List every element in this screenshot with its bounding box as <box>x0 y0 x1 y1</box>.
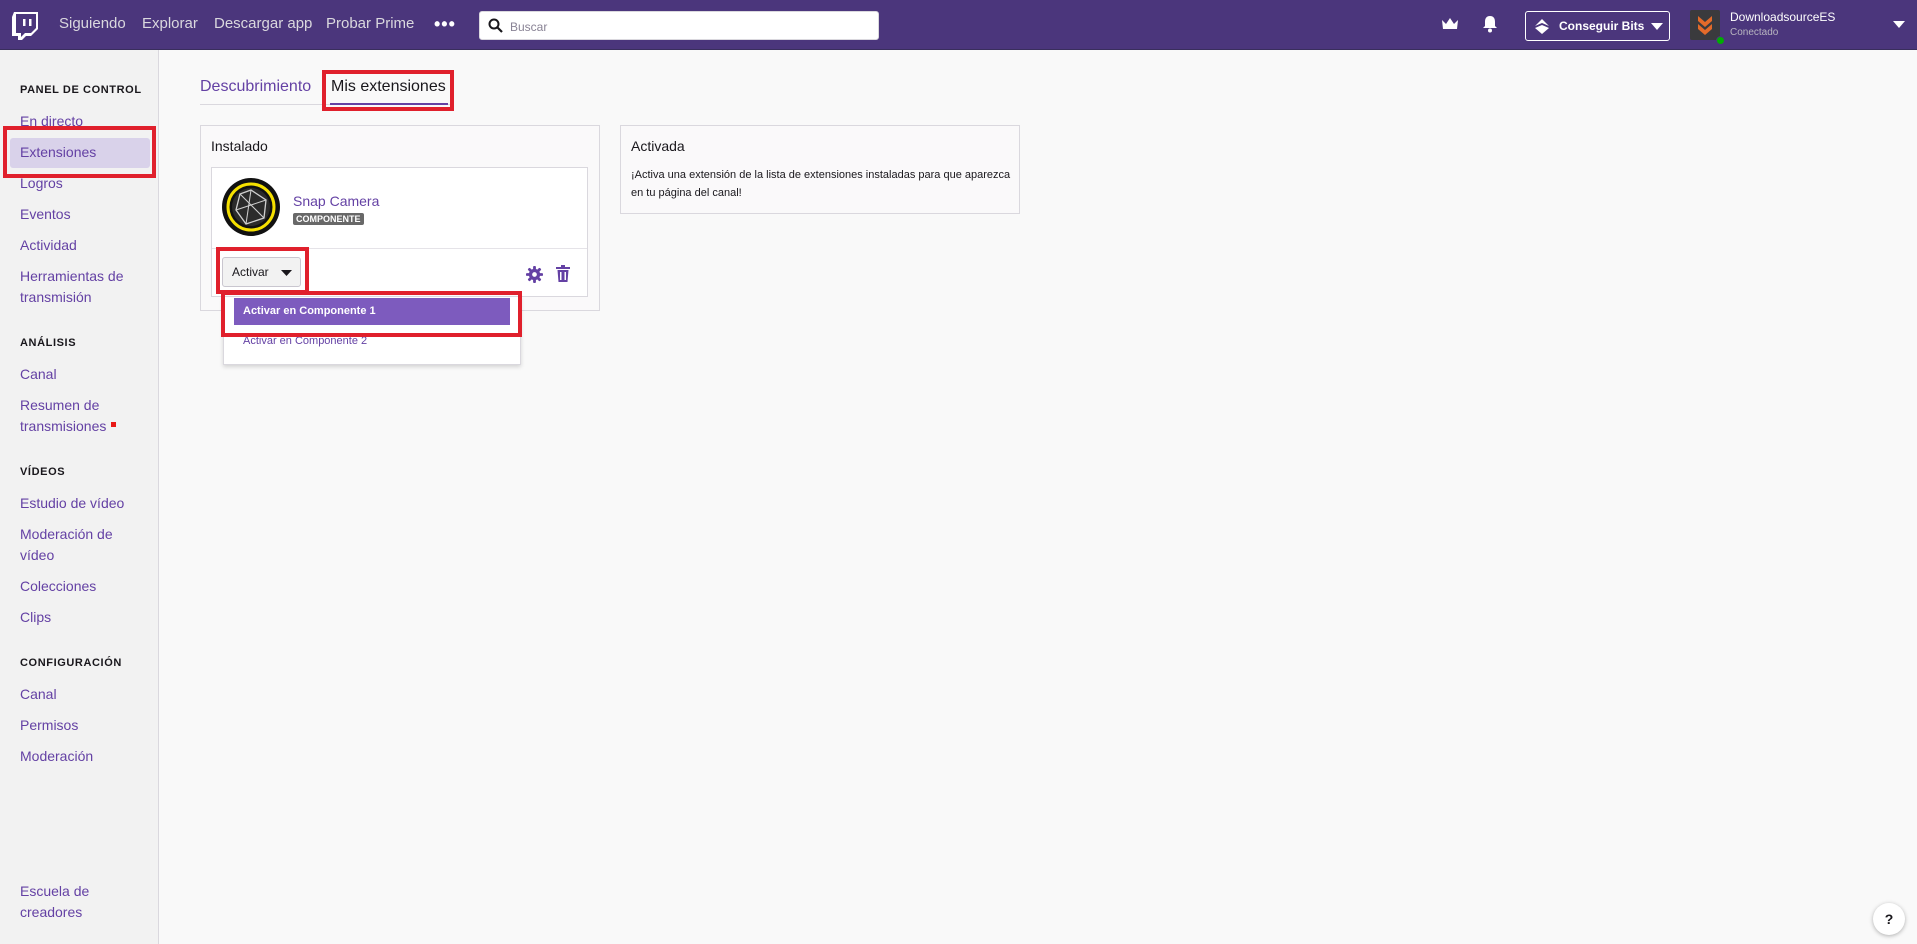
activated-title: Activada <box>631 138 685 154</box>
help-button[interactable]: ? <box>1873 903 1905 935</box>
new-badge-dot <box>111 422 117 427</box>
user-status-label: Conectado <box>1730 27 1779 38</box>
sidebar-item-broadcast-tools[interactable]: Herramientas de transmisión <box>20 266 145 308</box>
activate-component-2-option[interactable]: Activar en Componente 2 <box>243 335 367 347</box>
more-dots-icon[interactable]: ••• <box>434 14 456 35</box>
top-navigation-bar: Siguiendo Explorar Descargar app Probar … <box>0 0 1917 50</box>
sidebar-item-channel-analytics[interactable]: Canal <box>20 364 57 385</box>
stream-summary-label: Resumen de transmisiones <box>20 397 107 434</box>
sidebar-item-activity[interactable]: Actividad <box>20 235 77 256</box>
user-avatar-logo-icon <box>1698 16 1712 35</box>
sidebar-section-dashboard: PANEL DE CONTROL <box>20 84 142 96</box>
get-bits-button[interactable]: Conseguir Bits <box>1525 11 1670 41</box>
activate-options-menu: Activar en Componente 1 Activar en Compo… <box>223 296 521 365</box>
search-box[interactable] <box>479 11 879 40</box>
sidebar-item-permissions[interactable]: Permisos <box>20 715 78 736</box>
sidebar-creator-camp-link[interactable]: Escuela de creadores <box>20 881 110 923</box>
sidebar-item-video-producer[interactable]: Estudio de vídeo <box>20 493 124 514</box>
tab-my-extensions[interactable]: Mis extensiones <box>331 78 446 96</box>
tab-discovery[interactable]: Descubrimiento <box>200 78 311 96</box>
bits-gem-icon <box>1535 19 1549 34</box>
nav-following-link[interactable]: Siguiendo <box>59 15 126 32</box>
sidebar-item-channel-settings[interactable]: Canal <box>20 684 57 705</box>
extension-card: Snap Camera COMPONENTE Activar <box>211 167 588 297</box>
active-tab-indicator <box>330 103 448 105</box>
installed-panel: Instalado Snap Camera COMPONENTE Activar <box>200 125 600 311</box>
sidebar-item-clips[interactable]: Clips <box>20 607 51 628</box>
notification-bell-icon[interactable] <box>1482 15 1498 33</box>
search-icon <box>488 18 503 33</box>
user-menu-chevron-down-icon[interactable] <box>1893 21 1905 29</box>
sidebar-item-extensions[interactable]: Extensiones <box>20 142 96 163</box>
snap-camera-logo-icon <box>222 178 280 236</box>
card-divider <box>212 248 587 249</box>
gear-icon[interactable] <box>526 266 543 283</box>
nav-download-app-link[interactable]: Descargar app <box>214 15 312 32</box>
username-label[interactable]: DownloadsourceES <box>1730 10 1835 24</box>
activate-dropdown-button[interactable]: Activar <box>222 257 301 287</box>
twitch-logo-icon[interactable] <box>12 12 38 40</box>
activated-panel: Activada ¡Activa una extensión de la lis… <box>620 125 1020 214</box>
sidebar-item-achievements[interactable]: Logros <box>20 173 63 194</box>
sidebar-item-live[interactable]: En directo <box>20 111 83 132</box>
activate-button-label: Activar <box>232 265 269 279</box>
sidebar-item-video-moderation[interactable]: Moderación de vídeo <box>20 524 135 566</box>
trash-icon[interactable] <box>556 265 570 282</box>
chevron-down-icon <box>281 270 292 276</box>
sidebar-item-stream-summary[interactable]: Resumen de transmisiones <box>20 395 145 437</box>
installed-title: Instalado <box>211 138 268 154</box>
chevron-down-icon <box>1651 23 1663 30</box>
crown-icon[interactable] <box>1441 17 1459 31</box>
extension-name-link[interactable]: Snap Camera <box>293 193 379 209</box>
dashboard-sidebar: PANEL DE CONTROL En directo Extensiones … <box>0 50 159 944</box>
extension-type-badge: COMPONENTE <box>293 213 364 225</box>
sidebar-section-settings: CONFIGURACIÓN <box>20 657 122 669</box>
sidebar-item-collections[interactable]: Colecciones <box>20 576 96 597</box>
user-avatar[interactable] <box>1690 10 1720 40</box>
get-bits-label: Conseguir Bits <box>1559 19 1645 33</box>
sidebar-section-analytics: ANÁLISIS <box>20 337 77 349</box>
sidebar-section-videos: VÍDEOS <box>20 466 66 478</box>
nav-try-prime-link[interactable]: Probar Prime <box>326 15 414 32</box>
nav-browse-link[interactable]: Explorar <box>142 15 198 32</box>
sidebar-item-moderation[interactable]: Moderación <box>20 746 93 767</box>
activated-empty-message: ¡Activa una extensión de la lista de ext… <box>631 169 1011 199</box>
search-input[interactable] <box>508 16 872 37</box>
online-status-dot <box>1716 36 1725 45</box>
sidebar-item-events[interactable]: Eventos <box>20 204 71 225</box>
activate-component-1-option[interactable]: Activar en Componente 1 <box>234 298 510 325</box>
